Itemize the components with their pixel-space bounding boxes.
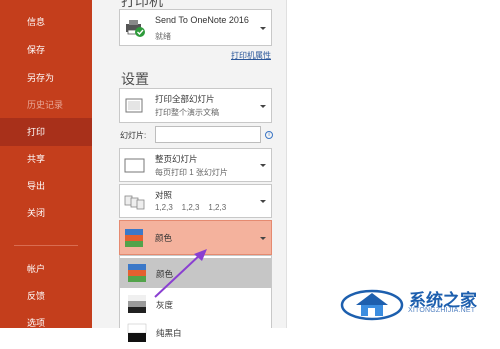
sidebar-item-save-as[interactable]: 另存为: [0, 65, 92, 91]
grayscale-icon: [128, 295, 146, 313]
grayscale-option-label: 灰度: [156, 300, 174, 310]
sidebar-item-label: 保存: [27, 45, 46, 55]
sidebar-item-options[interactable]: 选项: [0, 310, 92, 336]
printer-status: 就绪: [155, 32, 171, 41]
sidebar-divider: [14, 245, 78, 246]
info-icon[interactable]: i: [265, 131, 273, 139]
layout-title: 整页幻灯片: [155, 154, 198, 164]
slides-label: 幻灯片:: [120, 131, 147, 140]
settings-heading: 设置: [121, 71, 149, 87]
sidebar-item-print[interactable]: 打印: [0, 118, 92, 146]
chevron-down-icon: [260, 200, 266, 203]
watermark-url: XITONGZHIJIA.NET: [408, 307, 476, 314]
print-range-dropdown[interactable]: 打印全部幻灯片 打印整个演示文稿: [119, 88, 272, 123]
color-title: 颜色: [155, 233, 173, 243]
collate-subtitle: 1,2,3 1,2,3 1,2,3: [155, 203, 227, 212]
slides-input[interactable]: [155, 126, 261, 143]
slides-stack-icon: [125, 98, 143, 113]
sidebar-item-history[interactable]: 历史记录: [0, 92, 92, 118]
chevron-down-icon: [260, 104, 266, 108]
sidebar-item-feedback[interactable]: 反馈: [0, 283, 92, 309]
layout-subtitle: 每页打印 1 张幻灯片: [155, 168, 228, 177]
sidebar-item-label: 打印: [27, 127, 46, 137]
sidebar-item-close[interactable]: 关闭: [0, 200, 92, 226]
sidebar-item-label: 导出: [27, 181, 46, 191]
sidebar-item-share[interactable]: 共享: [0, 146, 92, 172]
printer-name: Send To OneNote 2016: [155, 15, 249, 25]
collate-dropdown[interactable]: 对照 1,2,3 1,2,3 1,2,3: [119, 184, 272, 218]
printer-dropdown[interactable]: Send To OneNote 2016 就绪: [119, 9, 272, 46]
color-option-black-white[interactable]: 纯黑白: [120, 319, 271, 349]
collate-title: 对照: [155, 190, 173, 200]
sidebar-item-label: 信息: [27, 17, 46, 27]
backstage-sidebar: 信息 保存 另存为 历史记录 打印 共享 导出 关闭 帐户 反馈 选项: [0, 0, 92, 328]
print-preview-area: [286, 0, 500, 328]
print-range-subtitle: 打印整个演示文稿: [155, 108, 219, 117]
printer-icon: [126, 20, 145, 37]
color-icon: [125, 229, 143, 247]
sidebar-item-export[interactable]: 导出: [0, 173, 92, 199]
full-page-slide-icon: [124, 158, 145, 173]
collate-icon: [124, 195, 145, 210]
sidebar-item-label: 帐户: [27, 264, 46, 274]
black-white-option-label: 纯黑白: [156, 328, 182, 338]
print-range-title: 打印全部幻灯片: [155, 94, 215, 104]
sidebar-item-label: 共享: [27, 154, 46, 164]
printer-properties-link[interactable]: 打印机属性: [231, 50, 271, 61]
sidebar-item-label: 另存为: [27, 73, 55, 83]
annotation-arrow-icon: [154, 249, 207, 298]
layout-dropdown[interactable]: 整页幻灯片 每页打印 1 张幻灯片: [119, 148, 272, 182]
sidebar-item-label: 关闭: [27, 208, 46, 218]
sidebar-item-account[interactable]: 帐户: [0, 256, 92, 282]
black-white-icon: [127, 323, 147, 342]
sidebar-item-info[interactable]: 信息: [0, 9, 92, 35]
sidebar-item-label: 反馈: [27, 291, 46, 301]
chevron-down-icon: [260, 164, 266, 167]
sidebar-item-label: 历史记录: [27, 100, 64, 110]
chevron-down-icon: [260, 236, 266, 240]
color-icon: [128, 264, 146, 282]
sidebar-item-save[interactable]: 保存: [0, 37, 92, 63]
watermark-logo-icon: [340, 289, 404, 321]
chevron-down-icon: [260, 26, 266, 30]
sidebar-item-label: 选项: [27, 318, 46, 328]
